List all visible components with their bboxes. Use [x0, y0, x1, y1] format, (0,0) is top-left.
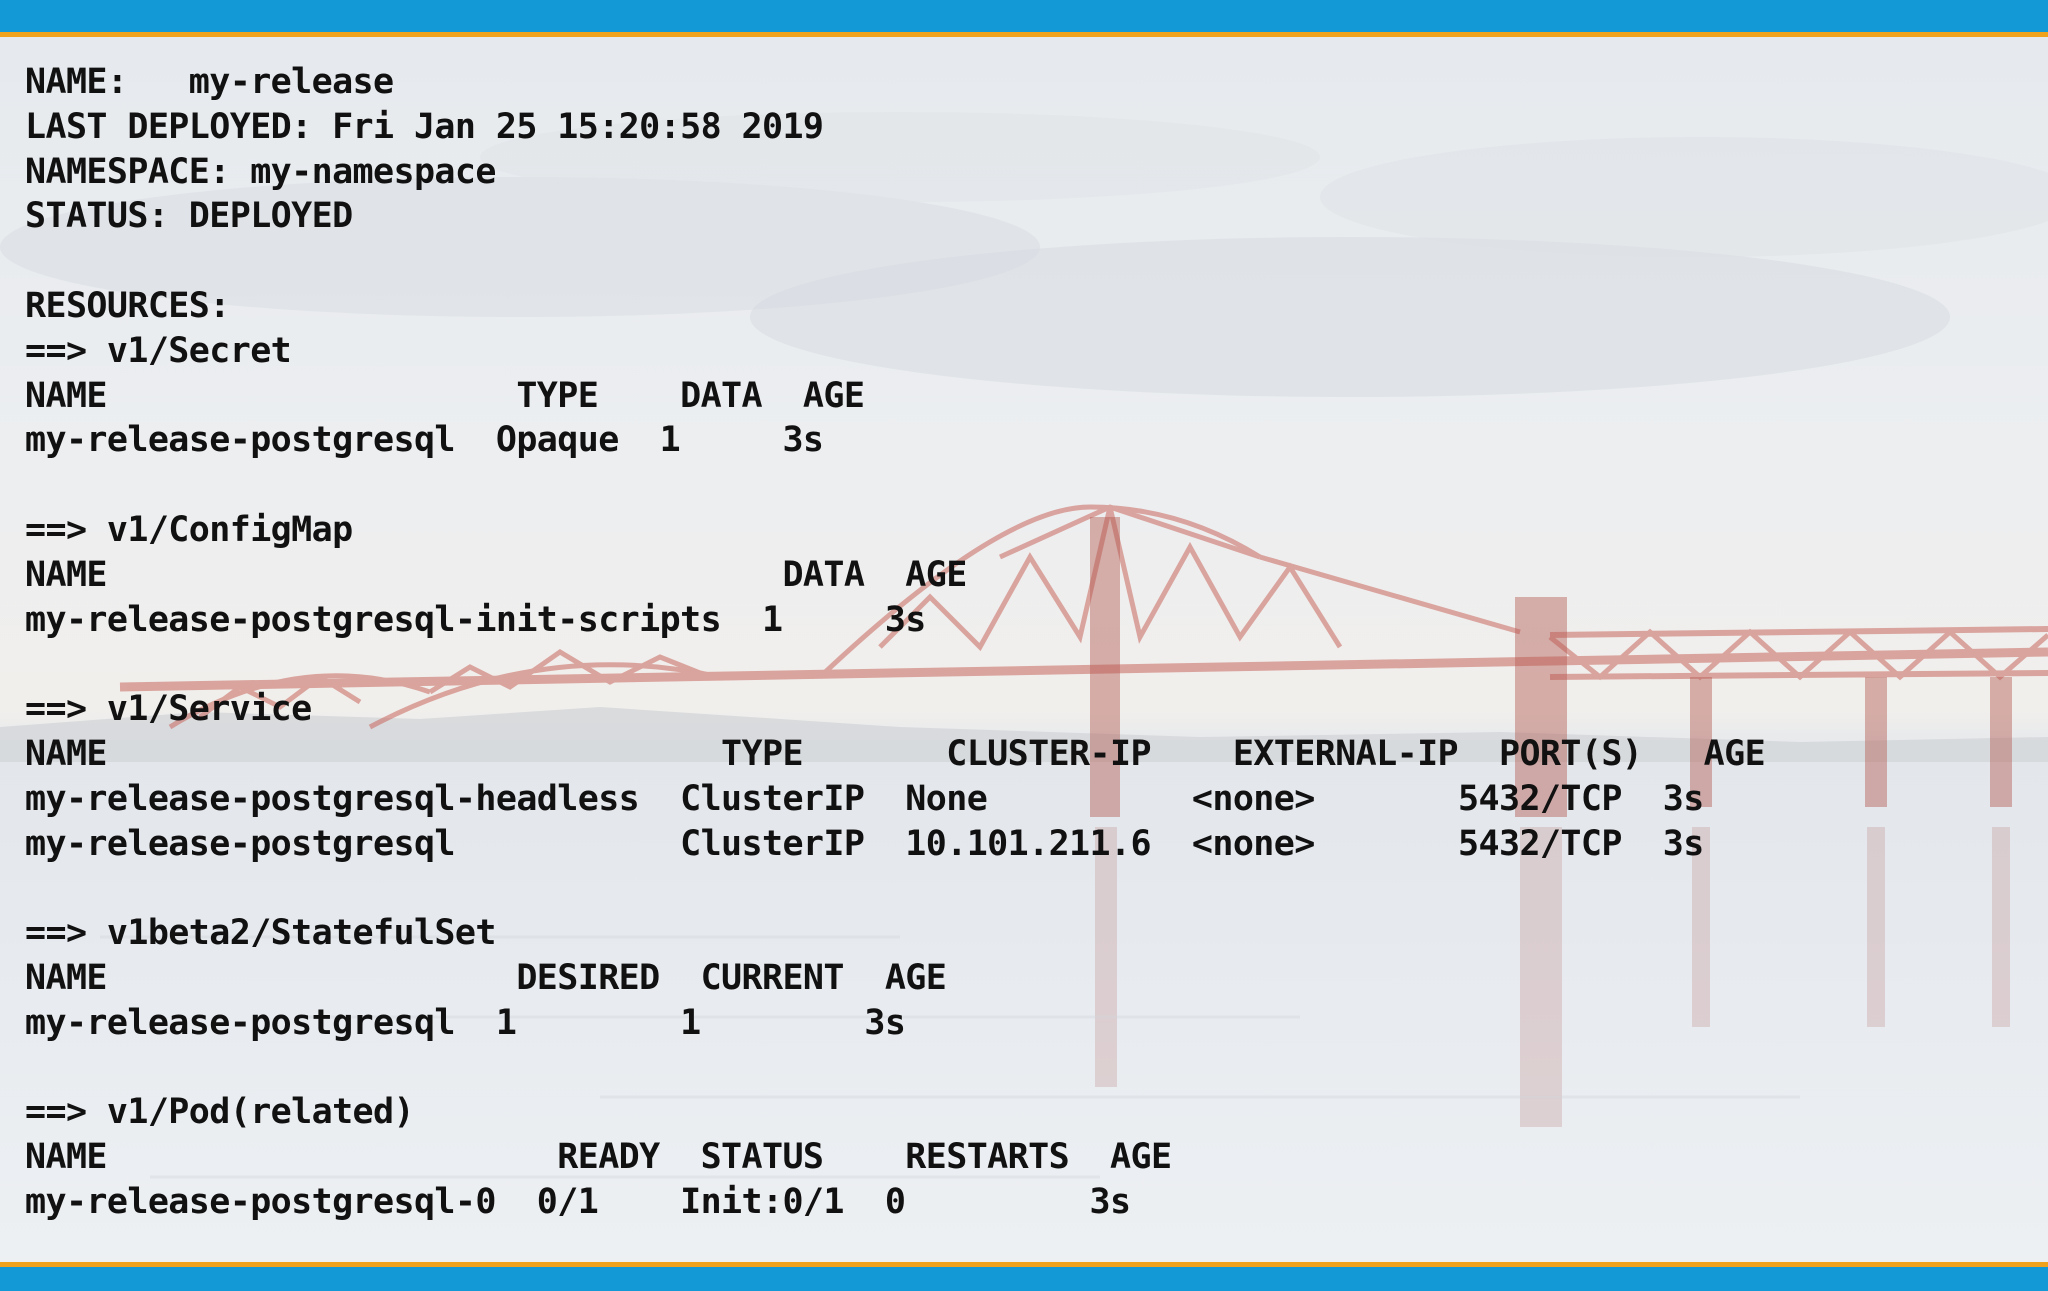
- terminal-line: my-release-postgresql ClusterIP 10.101.2…: [25, 823, 1704, 864]
- terminal-line: LAST DEPLOYED: Fri Jan 25 15:20:58 2019: [25, 106, 824, 147]
- terminal-line: NAME: my-release: [25, 62, 394, 102]
- terminal-line: NAME TYPE DATA AGE: [25, 375, 865, 416]
- terminal-line: RESOURCES:: [25, 285, 230, 326]
- terminal-line: NAME DATA AGE: [25, 554, 967, 595]
- terminal-line: NAME TYPE CLUSTER-IP EXTERNAL-IP PORT(S)…: [25, 733, 1766, 774]
- terminal-line: ==> v1/Pod(related): [25, 1092, 415, 1133]
- slide: NAME: my-release LAST DEPLOYED: Fri Jan 2…: [0, 0, 2048, 1291]
- terminal-line: my-release-postgresql-headless ClusterIP…: [25, 778, 1704, 819]
- terminal-line: ==> v1/Secret: [25, 330, 292, 371]
- terminal-line: NAMESPACE: my-namespace: [25, 151, 496, 192]
- terminal-line: ==> v1/ConfigMap: [25, 509, 353, 550]
- terminal-line: my-release-postgresql Opaque 1 3s: [25, 420, 824, 461]
- terminal-line: my-release-postgresql-0 0/1 Init:0/1 0 3…: [25, 1181, 1131, 1222]
- terminal-line: STATUS: DEPLOYED: [25, 196, 353, 237]
- terminal-line: NAME DESIRED CURRENT AGE: [25, 957, 947, 998]
- terminal-line: ==> v1beta2/StatefulSet: [25, 913, 496, 954]
- top-accent-edge: [0, 32, 2048, 37]
- terminal-line: my-release-postgresql 1 1 3s: [25, 1002, 906, 1043]
- terminal-line: ==> v1/Service: [25, 689, 312, 730]
- bottom-accent-bar: [0, 1267, 2048, 1291]
- terminal-line: my-release-postgresql-init-scripts 1 3s: [25, 599, 926, 640]
- terminal-output: NAME: my-release LAST DEPLOYED: Fri Jan 2…: [25, 60, 2025, 1250]
- terminal-line: NAME READY STATUS RESTARTS AGE: [25, 1137, 1172, 1178]
- top-accent-bar: [0, 0, 2048, 32]
